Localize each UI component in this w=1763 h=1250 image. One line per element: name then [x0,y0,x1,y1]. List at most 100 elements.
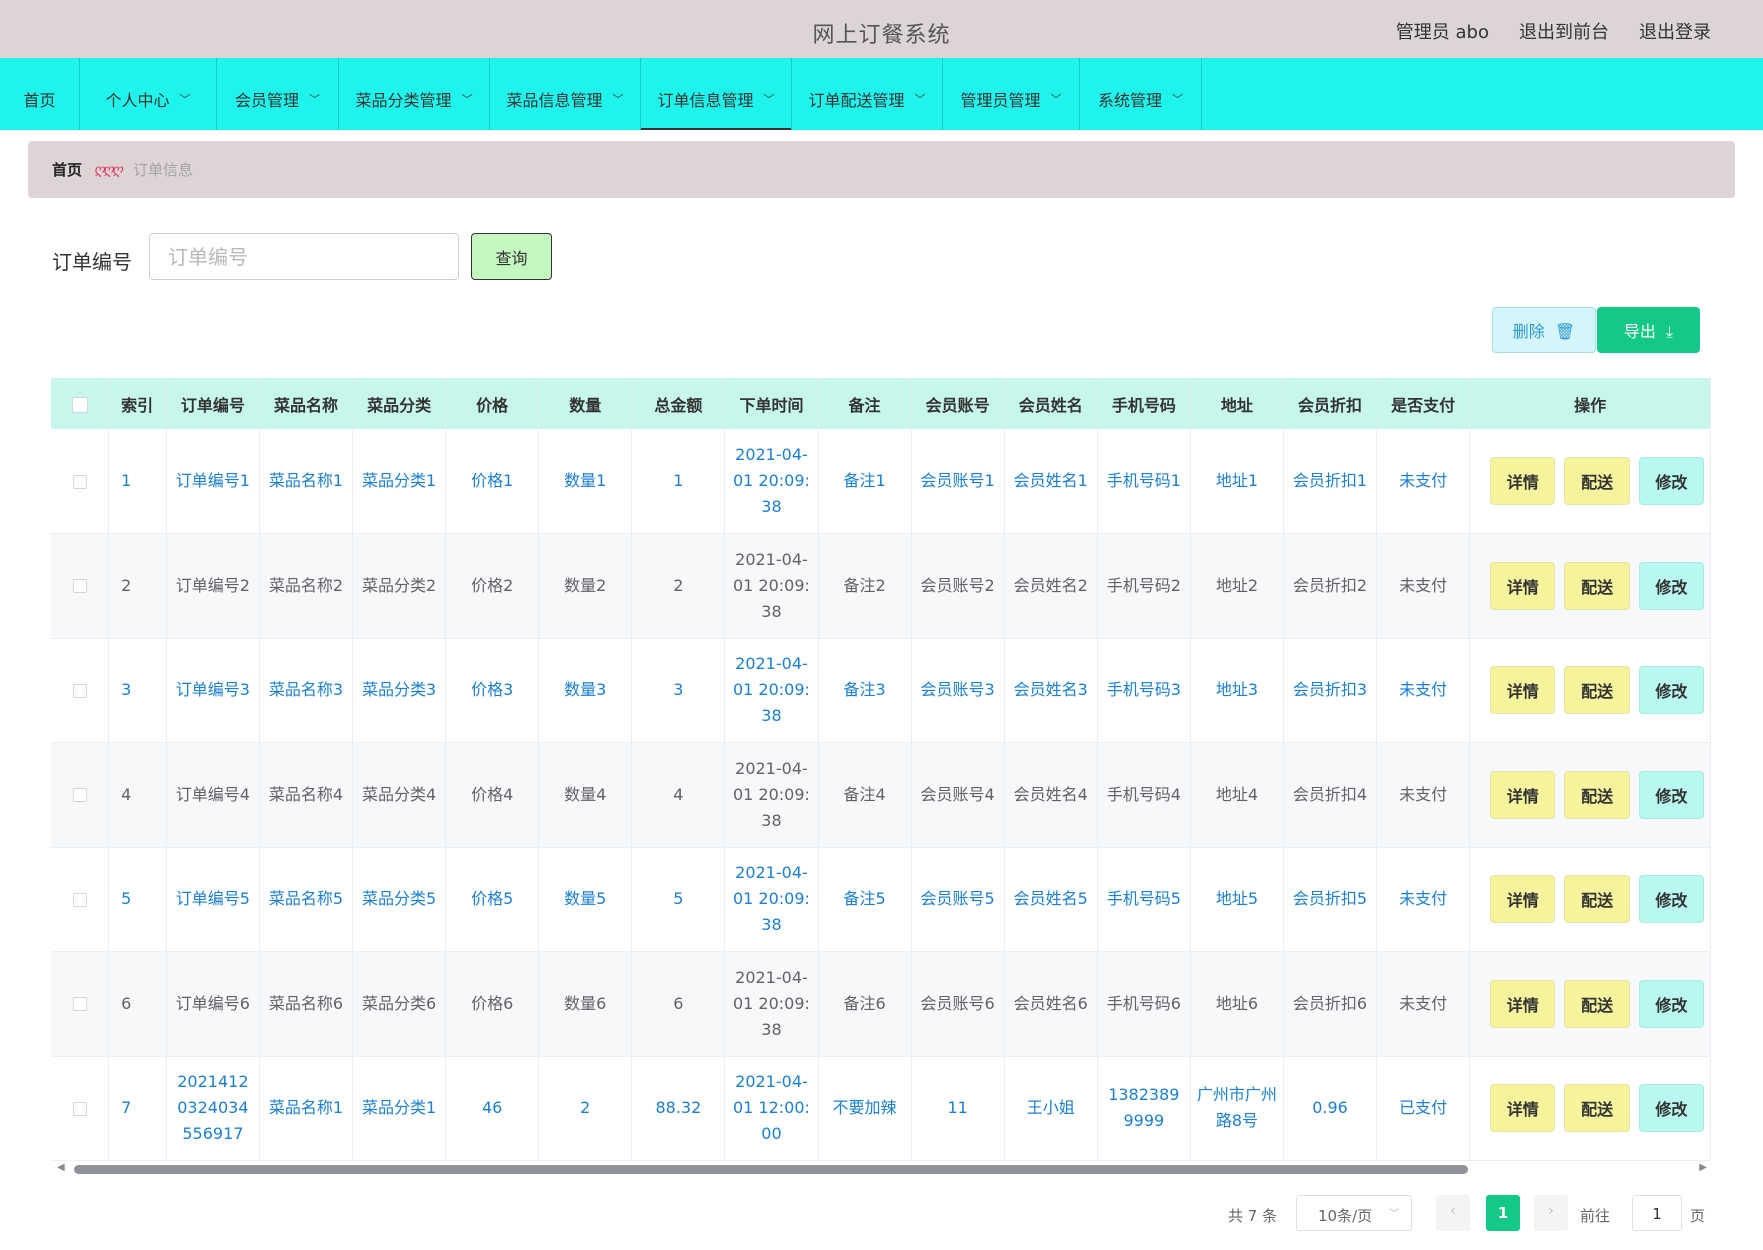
order-number-search-input[interactable] [149,233,459,280]
row-actions-cell: 详情 配送 修改 [1469,1056,1711,1161]
page-size-value: 10条/页 [1318,1207,1373,1225]
main-nav: 首页 个人中心 ﹀ 会员管理 ﹀ 菜品分类管理 ﹀ 菜品信息管理 ﹀ 订单信息管理 ﹀ 订单配送管理 ﹀… [0,58,1763,130]
deliver-button[interactable]: 配送 [1564,770,1630,819]
row-checkbox[interactable] [72,579,87,594]
table-cell: 备注3 [818,638,912,743]
table-cell: 备注6 [818,951,912,1057]
table-cell: 订单编号5 [166,847,260,952]
edit-button[interactable]: 修改 [1638,1084,1704,1133]
table-cell: 未支付 [1376,951,1471,1057]
row-checkbox[interactable] [72,997,87,1012]
deliver-button[interactable]: 配送 [1564,875,1630,924]
page-number-current[interactable]: 1 [1486,1195,1520,1231]
nav-item-4[interactable]: 菜品信息管理 ﹀ [490,58,641,130]
delete-button[interactable]: 删除 🗑︎ [1492,307,1596,353]
row-checkbox[interactable] [72,683,87,698]
table-cell: 数量4 [538,742,633,848]
row-actions: 详情 配送 修改 [1476,561,1704,610]
detail-button[interactable]: 详情 [1490,875,1556,924]
table-cell: 订单编号4 [166,742,260,848]
deliver-button[interactable]: 配送 [1564,666,1630,715]
column-header: 价格 [445,378,540,429]
row-select-cell [51,429,110,534]
nav-item-7[interactable]: 管理员管理 ﹀ [943,58,1080,130]
nav-item-2[interactable]: 会员管理 ﹀ [217,58,339,130]
detail-button[interactable]: 详情 [1490,561,1556,610]
detail-button[interactable]: 详情 [1490,666,1556,715]
row-checkbox[interactable] [72,892,87,907]
chevron-down-icon: ﹀ [763,93,775,106]
row-select-cell [51,951,110,1057]
table-cell: 地址4 [1190,742,1284,848]
breadcrumb-current: 订单信息 [133,161,194,179]
select-all-checkbox[interactable] [71,396,88,413]
nav-item-8[interactable]: 系统管理 ﹀ [1080,58,1202,130]
table-cell: 会员姓名2 [1004,533,1098,639]
edit-button[interactable]: 修改 [1638,561,1704,610]
nav-item-3[interactable]: 菜品分类管理 ﹀ [339,58,490,130]
row-checkbox[interactable] [72,474,87,489]
page-size-select[interactable]: 10条/页 ﹀ [1296,1195,1412,1231]
column-header: 总金额 [631,378,726,429]
detail-button[interactable]: 详情 [1490,770,1556,819]
table-cell: 未支付 [1376,533,1471,639]
detail-button[interactable]: 详情 [1490,457,1556,505]
table-cell: 订单编号1 [166,429,260,534]
table-cell: 2021-04-01 20:09:38 [724,742,819,848]
deliver-button[interactable]: 配送 [1564,561,1630,610]
table-cell: 地址6 [1190,951,1284,1057]
edit-button[interactable]: 修改 [1638,875,1704,924]
table-cell: 11 [911,1056,1005,1161]
table-cell: 菜品分类1 [352,429,447,534]
detail-button[interactable]: 详情 [1490,979,1556,1028]
column-header: 数量 [538,378,633,429]
edit-button[interactable]: 修改 [1638,666,1704,715]
table-cell: 13823899999 [1097,1056,1191,1161]
row-checkbox[interactable] [72,1101,87,1116]
logout-link[interactable]: 退出登录 [1639,18,1711,44]
nav-item-6[interactable]: 订单配送管理 ﹀ [792,58,943,130]
table-cell: 1 [108,429,167,534]
nav-item-1[interactable]: 个人中心 ﹀ [80,58,217,130]
prev-page-button[interactable]: ‹ [1436,1195,1470,1231]
table-cell: 2 [631,533,726,639]
deliver-button[interactable]: 配送 [1564,457,1630,505]
row-actions: 详情 配送 修改 [1476,875,1704,924]
edit-button[interactable]: 修改 [1638,979,1704,1028]
table-cell: 46 [445,1056,540,1161]
pagination-total: 共 7 条 [1228,1207,1278,1225]
table-cell: 菜品名称3 [259,638,354,743]
table-cell: 5 [631,847,726,952]
table-cell: 6 [108,951,167,1057]
edit-button[interactable]: 修改 [1638,457,1704,505]
scroll-left-icon[interactable]: ◀ [57,1162,65,1173]
column-header: 菜品分类 [352,378,447,429]
nav-item-5[interactable]: 订单信息管理 ﹀ [641,58,792,130]
detail-button[interactable]: 详情 [1490,1084,1556,1133]
table-cell: 会员折扣4 [1283,742,1378,848]
export-button-label: 导出 [1623,322,1656,341]
table-cell: 数量1 [538,429,633,534]
row-checkbox[interactable] [72,788,87,803]
next-page-button[interactable]: › [1534,1195,1568,1231]
goto-page-input[interactable]: 1 [1632,1195,1682,1231]
search-button[interactable]: 查询 [471,233,552,280]
nav-item-0[interactable]: 首页 [0,58,80,130]
table-cell: 价格3 [445,638,540,743]
scrollbar-thumb[interactable] [74,1165,1468,1174]
table-cell: 不要加辣 [818,1056,912,1161]
deliver-button[interactable]: 配送 [1564,979,1630,1028]
row-select-cell [51,533,110,639]
export-button[interactable]: 导出 ⤓ [1597,307,1700,353]
breadcrumb-home[interactable]: 首页 [52,159,82,180]
table-cell: 20214120324034556917 [166,1056,260,1161]
table-cell: 菜品分类4 [352,742,447,848]
table-cell: 数量3 [538,638,633,743]
scroll-right-icon[interactable]: ▶ [1699,1162,1707,1173]
column-header: 手机号码 [1097,378,1191,429]
edit-button[interactable]: 修改 [1638,770,1704,819]
exit-to-front-link[interactable]: 退出到前台 [1519,18,1609,44]
horizontal-scrollbar[interactable]: ◀ ▶ [51,1162,1711,1176]
deliver-button[interactable]: 配送 [1564,1084,1630,1133]
table-cell: 菜品名称4 [259,742,354,848]
